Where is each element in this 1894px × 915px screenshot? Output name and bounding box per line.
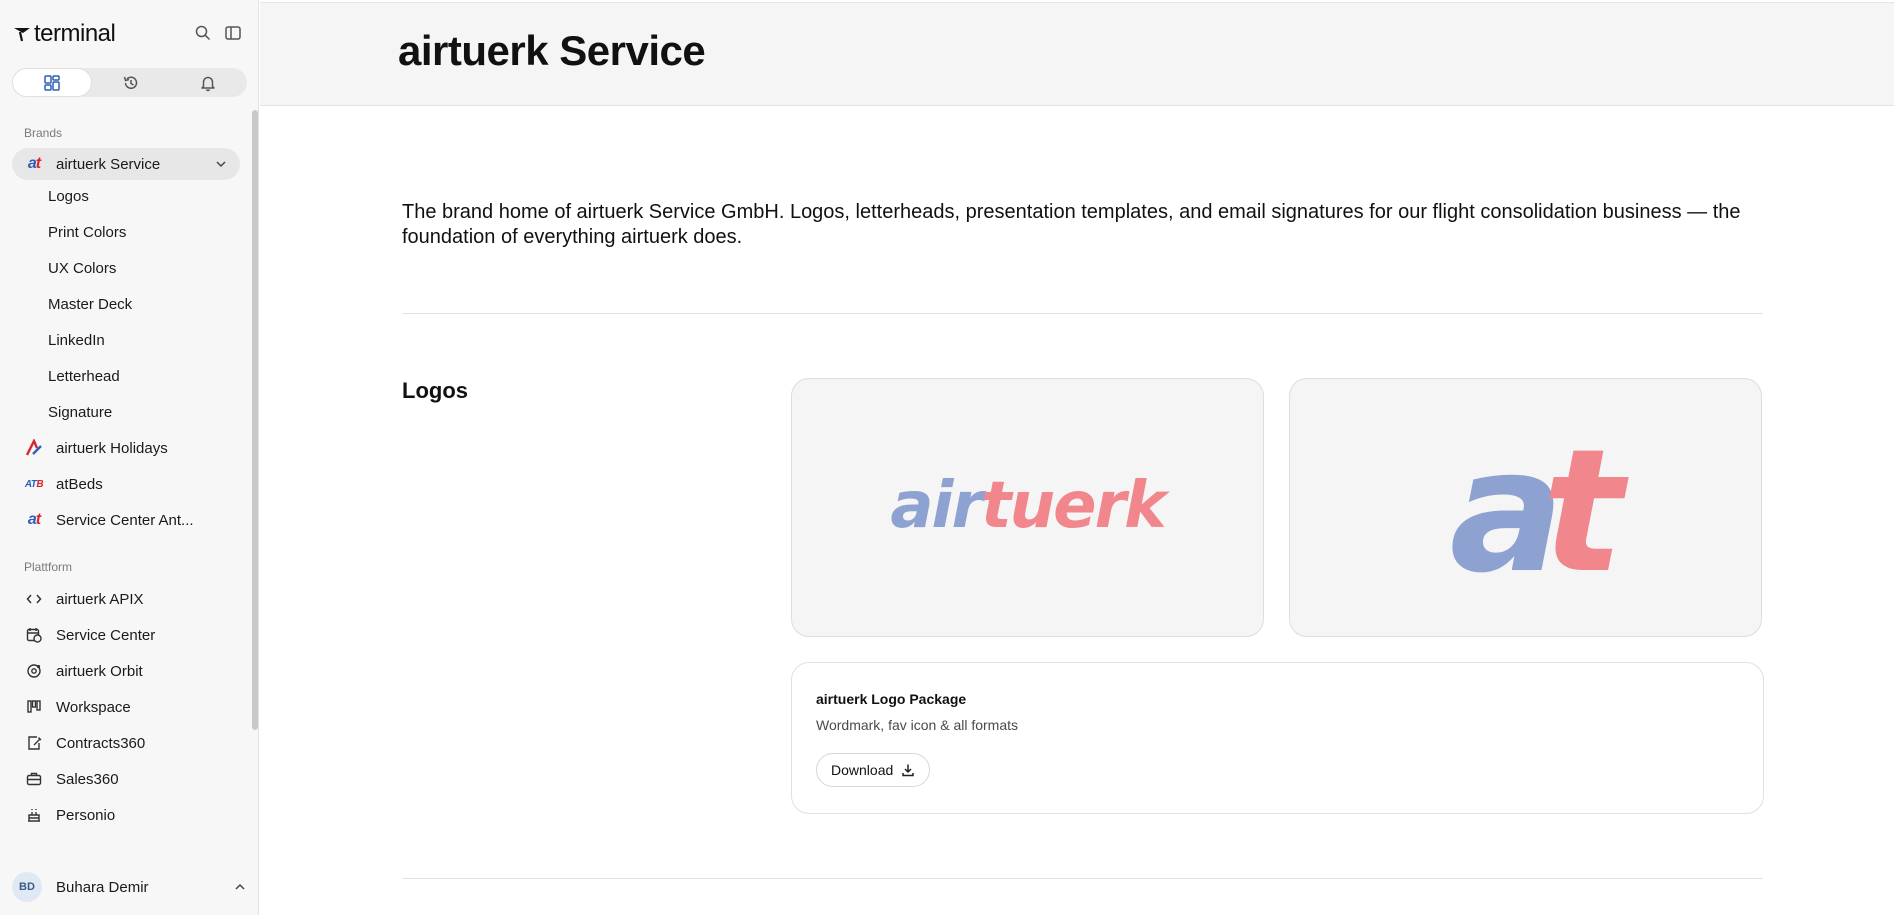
view-switcher xyxy=(12,68,247,97)
sidebar-item-label: Contracts360 xyxy=(56,734,146,752)
sidebar-subitem-logos[interactable]: Logos xyxy=(48,188,89,205)
dashboard-icon xyxy=(44,74,60,91)
code-icon xyxy=(24,589,44,609)
section-label-brands: Brands xyxy=(24,126,63,140)
history-icon xyxy=(123,76,137,89)
package-subtitle: Wordmark, fav icon & all formats xyxy=(816,717,1019,733)
app-brand: terminal xyxy=(34,20,116,47)
wordmark-logo-card[interactable]: airtuerk xyxy=(791,378,1264,637)
download-icon xyxy=(902,764,915,777)
sidebar-subitem-ux-colors[interactable]: UX Colors xyxy=(48,260,116,277)
download-button[interactable]: Download xyxy=(816,753,931,787)
app-logo[interactable]: terminal xyxy=(13,20,116,48)
package-title: airtuerk Logo Package xyxy=(816,691,967,707)
atbeds-icon: ATB xyxy=(24,478,44,490)
user-name: Buhara Demir xyxy=(56,878,149,896)
sidebar-header: terminal xyxy=(0,0,259,56)
chevron-down-icon[interactable] xyxy=(214,157,228,171)
avatar: BD xyxy=(12,872,42,902)
tab-notifications[interactable] xyxy=(169,68,247,97)
sidebar-item-label: Personio xyxy=(56,806,116,824)
sidebar-item-airtuerk-orbit[interactable]: airtuerk Orbit xyxy=(12,655,240,687)
calendar-clock-icon xyxy=(24,625,44,645)
favicon-part-t: t xyxy=(1542,413,1623,611)
sidebar-subitem-signature[interactable]: Signature xyxy=(48,404,112,421)
sidebar-item-airtuerk-holidays[interactable]: airtuerk Holidays xyxy=(12,432,240,464)
sidebar-subitem-master-deck[interactable]: Master Deck xyxy=(48,296,132,313)
cake-icon xyxy=(24,805,44,825)
sidebar-item-personio[interactable]: Personio xyxy=(12,799,240,831)
tab-dashboard[interactable] xyxy=(13,69,91,96)
divider xyxy=(402,878,1763,879)
wordmark-part-air: air xyxy=(890,469,983,543)
sidebar-item-label: airtuerk Orbit xyxy=(56,662,143,680)
airtuerk-favicon-logo: at xyxy=(1290,427,1761,597)
at-brand-icon: at xyxy=(27,511,41,528)
bell-icon xyxy=(201,76,215,91)
contract-icon xyxy=(24,733,44,753)
sidebar-item-airtuerk-apix[interactable]: airtuerk APIX xyxy=(12,583,240,615)
sidebar-item-label: atBeds xyxy=(56,475,103,493)
sidebar-item-airtuerk-service[interactable]: at airtuerk Service xyxy=(12,148,240,180)
page-title: airtuerk Service xyxy=(398,27,706,74)
sidebar-item-label: Sales360 xyxy=(56,770,119,788)
favicon-logo-card[interactable]: at xyxy=(1289,378,1762,637)
sidebar-item-contracts360[interactable]: Contracts360 xyxy=(12,727,240,759)
favicon-part-a: a xyxy=(1449,413,1565,611)
sidebar-item-label: Service Center xyxy=(56,626,156,644)
wordmark-part-tuerk: tuerk xyxy=(981,469,1167,543)
sidebar-toggle-icon[interactable] xyxy=(224,24,242,42)
download-label: Download xyxy=(831,762,894,778)
tab-history[interactable] xyxy=(92,68,170,97)
brand-intro-text: The brand home of airtuerk Service GmbH.… xyxy=(402,201,1741,248)
airtuerk-holidays-icon xyxy=(24,438,44,458)
sidebar-subitem-linkedin[interactable]: LinkedIn xyxy=(48,332,105,349)
terminal-logo-icon xyxy=(14,28,30,42)
briefcase-icon xyxy=(24,769,44,789)
sidebar-item-atbeds[interactable]: ATB atBeds xyxy=(12,468,240,500)
sidebar-item-sales360[interactable]: Sales360 xyxy=(12,763,240,795)
logos-section-title: Logos xyxy=(402,378,468,403)
sidebar-item-label: Workspace xyxy=(56,698,131,716)
sidebar-item-label: airtuerk Service xyxy=(56,155,161,173)
user-menu[interactable]: BD Buhara Demir xyxy=(12,870,247,904)
sidebar-item-service-center[interactable]: Service Center xyxy=(12,619,240,651)
main-content: airtuerk Service The brand home of airtu… xyxy=(260,0,1894,915)
airtuerk-wordmark-logo: airtuerk xyxy=(792,474,1263,538)
sidebar-item-label: airtuerk APIX xyxy=(56,590,144,608)
sidebar-item-service-center-ant[interactable]: at Service Center Ant... xyxy=(12,504,240,536)
page-header: airtuerk Service xyxy=(260,2,1894,106)
sidebar-scrollbar[interactable] xyxy=(252,110,258,730)
kanban-icon xyxy=(24,697,44,717)
sidebar-item-workspace[interactable]: Workspace xyxy=(12,691,240,723)
sidebar-subitem-print-colors[interactable]: Print Colors xyxy=(48,224,126,241)
sidebar-item-label: airtuerk Holidays xyxy=(56,439,168,457)
sidebar-item-label: Service Center Ant... xyxy=(56,511,194,529)
section-label-platform: Plattform xyxy=(24,560,73,574)
search-icon[interactable] xyxy=(194,24,212,42)
logo-package-card: airtuerk Logo Package Wordmark, fav icon… xyxy=(791,662,1764,814)
sidebar: terminal Brands at airtuerk Service Logo… xyxy=(0,0,259,915)
chevron-up-icon[interactable] xyxy=(233,880,247,894)
at-brand-icon: at xyxy=(27,155,41,172)
sidebar-subitem-letterhead[interactable]: Letterhead xyxy=(48,368,120,385)
divider xyxy=(402,313,1763,314)
orbit-icon xyxy=(24,661,44,681)
